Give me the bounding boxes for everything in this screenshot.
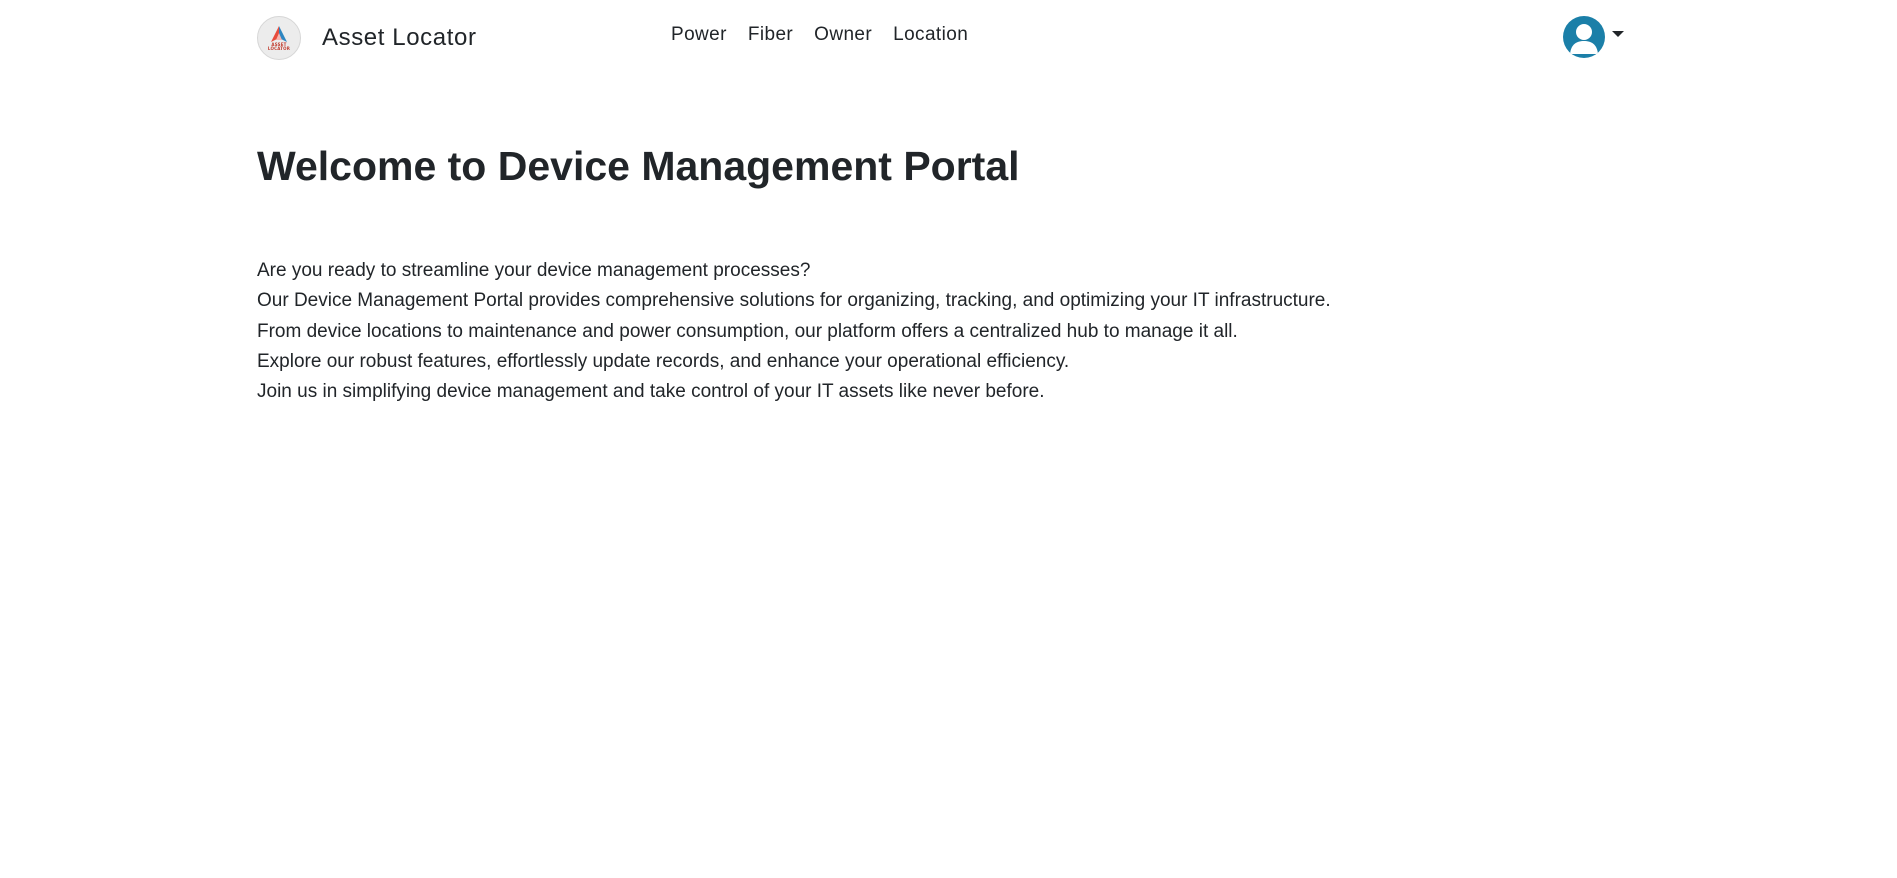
intro-line: From device locations to maintenance and… <box>257 320 1238 342</box>
nav-link-fiber[interactable]: Fiber <box>748 24 793 46</box>
user-menu-toggle[interactable] <box>1563 16 1624 58</box>
intro-line: Explore our robust features, effortlessl… <box>257 350 1070 372</box>
intro-line: Join us in simplifying device management… <box>257 381 1045 403</box>
main-content: Welcome to Device Management Portal Are … <box>257 138 1657 407</box>
nav-link-location[interactable]: Location <box>893 24 968 46</box>
user-avatar-icon[interactable] <box>1563 16 1605 58</box>
logo-text: ASSET LOCATOR <box>268 43 290 51</box>
intro-line: Our Device Management Portal provides co… <box>257 290 1331 312</box>
nav-link-owner[interactable]: Owner <box>814 24 872 46</box>
page-title: Welcome to Device Management Portal <box>257 143 1020 189</box>
brand-name: Asset Locator <box>322 24 477 51</box>
nav-link-power[interactable]: Power <box>671 24 727 46</box>
user-silhouette-icon <box>1570 24 1598 54</box>
brand-link[interactable]: ASSET LOCATOR Asset Locator <box>257 16 477 60</box>
asset-locator-logo-icon: ASSET LOCATOR <box>257 16 301 60</box>
logo-text-line2: LOCATOR <box>267 46 291 51</box>
top-navbar: ASSET LOCATOR Asset Locator Power Fiber … <box>0 0 1897 76</box>
main-nav: Power Fiber Owner Location <box>671 24 968 46</box>
logo-mountain-icon <box>271 26 287 42</box>
intro-line: Are you ready to streamline your device … <box>257 260 811 281</box>
caret-down-icon[interactable] <box>1612 31 1624 37</box>
intro-paragraph: Are you ready to streamline your device … <box>257 256 1657 407</box>
